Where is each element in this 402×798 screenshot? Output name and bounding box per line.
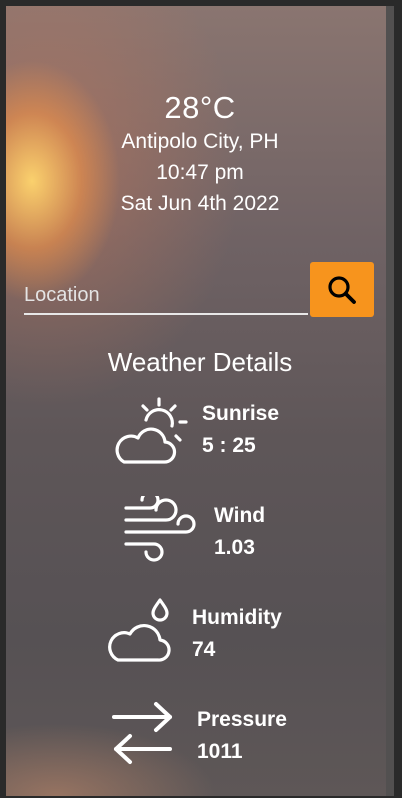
detail-label: Humidity bbox=[192, 606, 282, 629]
current-time: 10:47 pm bbox=[156, 161, 244, 184]
location-input[interactable] bbox=[24, 277, 308, 315]
detail-label: Wind bbox=[214, 504, 266, 527]
cloud-droplet-icon bbox=[108, 598, 171, 662]
search-icon bbox=[328, 275, 356, 304]
arrows-left-right-icon bbox=[112, 702, 172, 764]
temperature: 28°C bbox=[164, 90, 236, 125]
detail-label: Sunrise bbox=[202, 402, 280, 425]
detail-wind: Wind 1.03 bbox=[214, 500, 265, 564]
detail-value: 74 bbox=[192, 638, 216, 661]
details-title: Weather Details bbox=[107, 347, 293, 377]
wind-icon bbox=[124, 496, 196, 562]
weather-card: 28°C Antipolo City, PH 10:47 pm Sat Jun … bbox=[6, 6, 394, 796]
detail-sunrise: Sunrise 5 : 25 bbox=[202, 398, 279, 462]
current-weather: 28°C Antipolo City, PH 10:47 pm Sat Jun … bbox=[6, 90, 394, 219]
detail-pressure: Pressure 1011 bbox=[197, 704, 287, 768]
detail-humidity: Humidity 74 bbox=[192, 602, 282, 666]
detail-label: Pressure bbox=[197, 708, 287, 731]
search-button[interactable] bbox=[310, 262, 374, 317]
detail-value: 1011 bbox=[197, 740, 243, 763]
partly-cloudy-sun-icon bbox=[115, 397, 188, 464]
city-name: Antipolo City, PH bbox=[121, 130, 279, 153]
detail-value: 1.03 bbox=[214, 536, 255, 559]
location-search bbox=[24, 262, 374, 318]
detail-value: 5 : 25 bbox=[202, 434, 256, 457]
current-date: Sat Jun 4th 2022 bbox=[120, 192, 280, 215]
